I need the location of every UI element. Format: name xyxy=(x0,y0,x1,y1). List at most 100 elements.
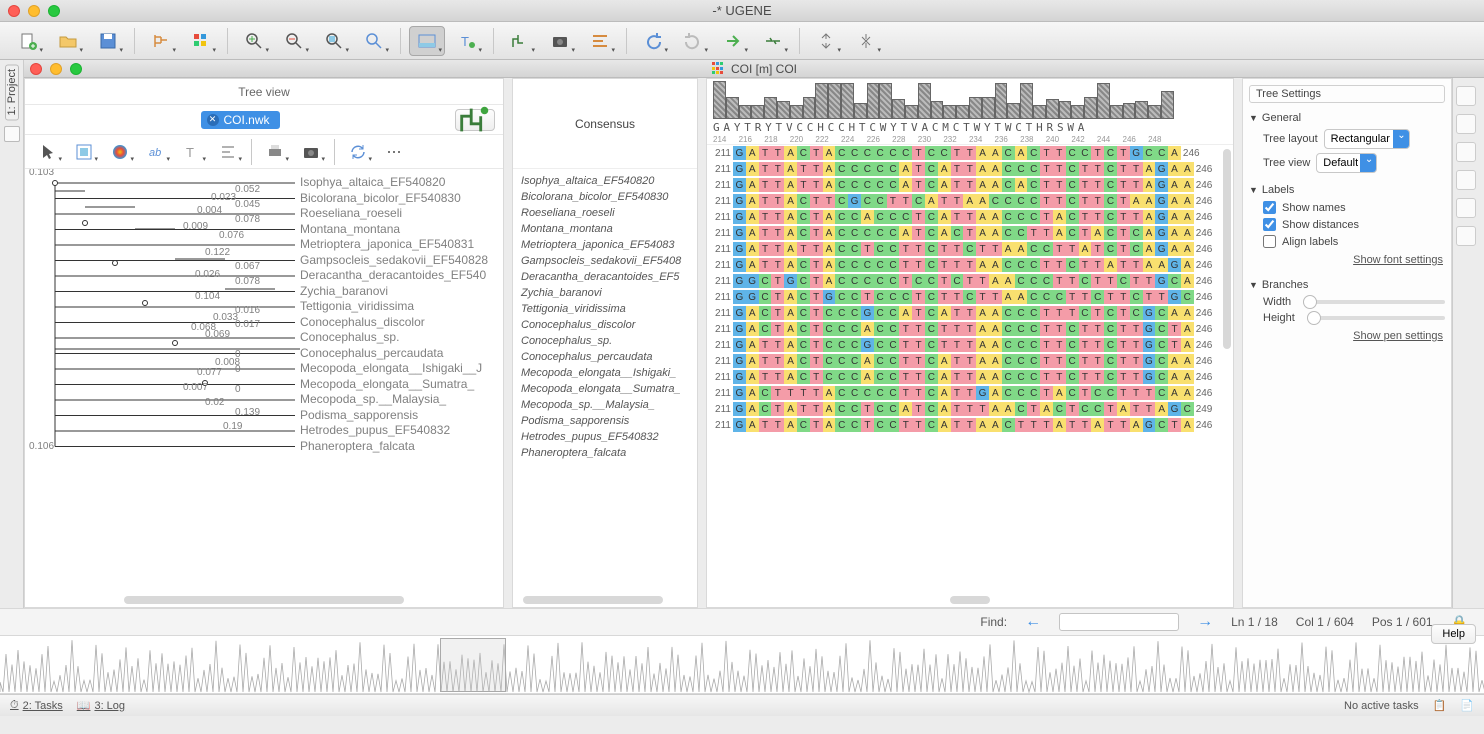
zoom-in-icon[interactable]: ▾ xyxy=(236,26,272,56)
camera-icon[interactable]: ▾ xyxy=(542,26,578,56)
tree-color-icon[interactable]: ▾ xyxy=(103,139,137,165)
options-tab-tree-icon[interactable] xyxy=(1456,170,1476,190)
new-document-icon[interactable]: ▾ xyxy=(10,26,46,56)
taxon-label[interactable]: Montana_montana xyxy=(300,222,488,238)
window-minimize-icon[interactable] xyxy=(28,5,40,17)
show-names-checkbox[interactable] xyxy=(1263,201,1276,214)
sequence-name[interactable]: Conocephalus_percaudata xyxy=(521,349,689,365)
taxon-label[interactable]: Mecopoda_sp.__Malaysia_ xyxy=(300,392,488,408)
close-icon[interactable]: ✕ xyxy=(207,114,219,126)
sequence-row[interactable]: 211GACTATTACCTCCATCATTTAACTACTCCTATTAGC2… xyxy=(707,401,1233,417)
grid-icon[interactable]: ▾ xyxy=(183,26,219,56)
zoom-sel-icon[interactable]: ▾ xyxy=(316,26,352,56)
tree-canvas[interactable]: Isophya_altaica_EF540820Bicolorana_bicol… xyxy=(25,169,503,593)
sequence-row[interactable]: 211GATTACTTCGCCTTCATTAACCCCTTCTTCTAAGAA2… xyxy=(707,193,1233,209)
build-tree-icon[interactable]: ▾ xyxy=(502,26,538,56)
window-zoom-icon[interactable] xyxy=(48,5,60,17)
overview-selection[interactable] xyxy=(440,638,506,692)
go-icon[interactable]: ▾ xyxy=(715,26,751,56)
sequence-row[interactable]: 211GATTATTACCCCCATCATTAACACTTCTTCTTAGAA2… xyxy=(707,177,1233,193)
doc-zoom-icon[interactable] xyxy=(70,63,82,75)
sequence-name[interactable]: Montana_montana xyxy=(521,221,689,237)
save-icon[interactable]: ▾ xyxy=(90,26,126,56)
sequence-name[interactable]: Mecopoda_elongata__Ishigaki_ xyxy=(521,365,689,381)
sequence-name[interactable]: Conocephalus_sp. xyxy=(521,333,689,349)
sequence-row[interactable]: 211GGCTACTGCCTCCCTCTTCTTAACCCTTCTTCTTGC2… xyxy=(707,289,1233,305)
taxon-label[interactable]: Isophya_altaica_EF540820 xyxy=(300,175,488,191)
sequence-name[interactable]: Deracantha_deracantoides_EF5 xyxy=(521,269,689,285)
taxon-label[interactable]: Deracantha_deracantoides_EF540 xyxy=(300,268,488,284)
options-tab-export-icon[interactable] xyxy=(1456,198,1476,218)
taxon-label[interactable]: Mecopoda_elongata__Sumatra_ xyxy=(300,377,488,393)
taxon-label[interactable]: Gampsocleis_sedakovii_EF540828 xyxy=(300,253,488,269)
sequence-name-list[interactable]: Isophya_altaica_EF540820Bicolorana_bicol… xyxy=(513,169,697,593)
section-branches[interactable]: ▼Branches xyxy=(1249,276,1445,294)
align-labels-checkbox[interactable] xyxy=(1263,235,1276,248)
names-hscrollbar[interactable] xyxy=(513,593,697,607)
tree-label-icon[interactable]: ab▾ xyxy=(139,139,173,165)
find-next-icon[interactable]: → xyxy=(1197,613,1213,631)
taxon-label[interactable]: Conocephalus_discolor xyxy=(300,315,488,331)
window-close-icon[interactable] xyxy=(8,5,20,17)
overview-panel[interactable] xyxy=(0,636,1484,694)
alignment-hscrollbar[interactable] xyxy=(707,593,1233,607)
sequence-row[interactable]: 211GACTACTCCCGCCATCATTAACCCTTTCTCTCGCAA2… xyxy=(707,305,1233,321)
taxon-label[interactable]: Podisma_sapporensis xyxy=(300,408,488,424)
sequence-row[interactable]: 211GATTACTACCTCCTTCATTAACTTTATTATTAGCTA2… xyxy=(707,417,1233,433)
sequence-row[interactable]: 211GATTACTACCACCCTCATTAACCCTACTTCTTAGAA2… xyxy=(707,209,1233,225)
zoom-out-icon[interactable]: ▾ xyxy=(276,26,312,56)
find-prev-icon[interactable]: ← xyxy=(1025,613,1041,631)
tree-camera-icon[interactable]: ▾ xyxy=(294,139,328,165)
sequence-row[interactable]: 211GATTACTACCCCCATCACTAACCTTACTACTCAGAA2… xyxy=(707,225,1233,241)
tree-more-icon[interactable] xyxy=(377,139,411,165)
sequence-row[interactable]: 211GATTATTACCTCCTTCTTCTTAACCTTATCTCAGAA2… xyxy=(707,241,1233,257)
alignment-grid[interactable]: 211GATTACTACCCCCCTCCTTAACACTTCCTCTGCCA24… xyxy=(707,145,1233,593)
tree-sync-icon[interactable]: ▾ xyxy=(341,139,375,165)
options-tab-highlight-icon[interactable] xyxy=(1456,114,1476,134)
show-distances-checkbox[interactable] xyxy=(1263,218,1276,231)
taxon-label[interactable]: Phaneroptera_falcata xyxy=(300,439,488,455)
sequence-row[interactable]: 211GGCTGCTACCCCCTCCTCTTAACCCTTCTTCTTGCA2… xyxy=(707,273,1233,289)
report-icon[interactable]: 📋 xyxy=(1433,699,1447,712)
open-icon[interactable]: ▾ xyxy=(50,26,86,56)
overview-toggle-icon[interactable]: ▾ xyxy=(409,26,445,56)
sequence-name[interactable]: Tettigonia_viridissima xyxy=(521,301,689,317)
help-button[interactable]: Help xyxy=(1431,624,1476,644)
zoom-reset-icon[interactable]: ▾ xyxy=(356,26,392,56)
taxon-label[interactable]: Zychia_baranovi xyxy=(300,284,488,300)
taxon-label[interactable]: Metrioptera_japonica_EF540831 xyxy=(300,237,488,253)
taxon-label[interactable]: Mecopoda_elongata__Ishigaki__J xyxy=(300,361,488,377)
expand-icon[interactable]: ▾ xyxy=(848,26,884,56)
log-tab[interactable]: 📖 3: Log xyxy=(77,699,125,712)
primer-icon[interactable]: ▾ xyxy=(755,26,791,56)
tree-layout-select[interactable]: Rectangular xyxy=(1324,129,1410,149)
sequence-row[interactable]: 211GATTACTCCCACCTTCATTAACCCTTCTTCTTGCAA2… xyxy=(707,369,1233,385)
tree-view-select[interactable]: Default xyxy=(1316,153,1377,173)
sequence-row[interactable]: 211GATTACTACCCCCCTCCTTAACACTTCCTCTGCCA24… xyxy=(707,145,1233,161)
redo-icon[interactable]: ▾ xyxy=(675,26,711,56)
sequence-row[interactable]: 211GACTTTTACCCCCTTCATTGACCCTACTCCTTTCAA2… xyxy=(707,385,1233,401)
find-input[interactable] xyxy=(1059,613,1179,631)
text-icon[interactable]: T▾ xyxy=(449,26,485,56)
tree-align-icon[interactable]: ▾ xyxy=(211,139,245,165)
section-labels[interactable]: ▼Labels xyxy=(1249,181,1445,199)
sequence-row[interactable]: 211GACTACTCCCACCTTCTTTAACCCTTCTTCTTGCTA2… xyxy=(707,321,1233,337)
sequence-name[interactable]: Conocephalus_discolor xyxy=(521,317,689,333)
tree-print-icon[interactable]: ▾ xyxy=(258,139,292,165)
sequence-row[interactable]: 211GATTACTCCCACCTTCATTAACCCTTCTTCTTGCAA2… xyxy=(707,353,1233,369)
sequence-name[interactable]: Mecopoda_elongata__Sumatra_ xyxy=(521,381,689,397)
sequence-name[interactable]: Roeseliana_roeseli xyxy=(521,205,689,221)
taxon-label[interactable]: Tettigonia_viridissima xyxy=(300,299,488,315)
tree-cursor-icon[interactable]: ▾ xyxy=(31,139,65,165)
align-icon[interactable]: ▾ xyxy=(582,26,618,56)
tree-icon[interactable]: ▾ xyxy=(143,26,179,56)
font-settings-link[interactable]: Show font settings xyxy=(1249,250,1445,270)
build-tree-button[interactable] xyxy=(455,109,495,131)
branch-width-slider[interactable] xyxy=(1303,300,1445,304)
taxon-label[interactable]: Hetrodes_pupus_EF540832 xyxy=(300,423,488,439)
alignment-vscrollbar[interactable] xyxy=(1221,145,1233,593)
sequence-name[interactable]: Isophya_altaica_EF540820 xyxy=(521,173,689,189)
dock-icon[interactable] xyxy=(4,126,20,142)
undo-icon[interactable]: ▾ xyxy=(635,26,671,56)
sequence-row[interactable]: 211GATTACTACCCCCTTCTTTAACCCTTCTTATTAAGA2… xyxy=(707,257,1233,273)
